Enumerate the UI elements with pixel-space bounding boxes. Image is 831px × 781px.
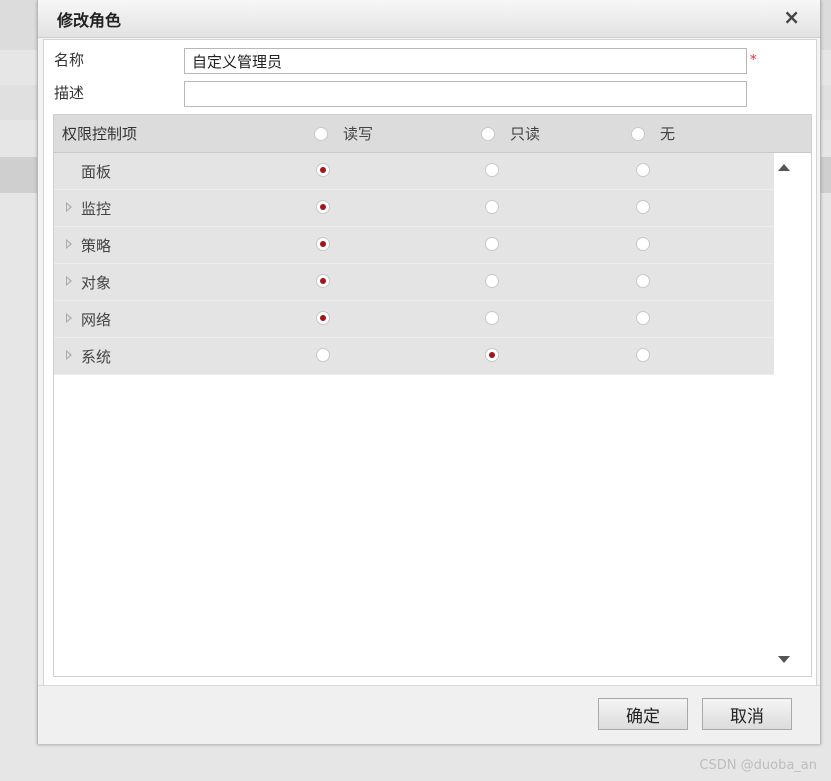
radio-none[interactable] (636, 274, 650, 288)
edit-role-dialog: 修改角色 × 名称 * 描述 权限控制项 读写 只读 无 (37, 0, 821, 744)
dialog-title: 修改角色 (57, 11, 122, 30)
dialog-content: 名称 * 描述 权限控制项 读写 只读 无 (43, 39, 817, 686)
radio-read-only[interactable] (485, 237, 499, 251)
cancel-button[interactable]: 取消 (702, 698, 792, 730)
radio-button[interactable] (481, 126, 495, 141)
permission-header-label: 权限控制项 (62, 125, 138, 143)
permission-row-label: 监控 (81, 200, 112, 218)
permission-row-label: 系统 (81, 348, 112, 366)
radio-read-only[interactable] (485, 311, 499, 325)
radio-button[interactable] (631, 126, 645, 141)
description-field[interactable] (184, 81, 747, 107)
permission-row: 监控 (54, 190, 774, 227)
scroll-down-icon[interactable] (778, 656, 790, 663)
radio-none[interactable] (636, 348, 650, 362)
permission-header: 权限控制项 读写 只读 无 (54, 115, 811, 153)
header-option-label: 只读 (510, 125, 541, 143)
permission-row-label: 网络 (81, 311, 112, 329)
required-mark: * (750, 53, 757, 68)
expand-icon[interactable] (66, 313, 72, 323)
header-option-read-write[interactable]: 读写 (314, 123, 373, 144)
permission-row-label: 面板 (81, 163, 112, 181)
radio-read-only[interactable] (485, 200, 499, 214)
radio-read-write[interactable] (316, 163, 330, 177)
radio-read-only[interactable] (485, 163, 499, 177)
permission-row: 对象 (54, 264, 774, 301)
header-option-label: 无 (660, 125, 676, 143)
header-option-label: 读写 (343, 125, 374, 143)
radio-read-write[interactable] (316, 200, 330, 214)
radio-read-write[interactable] (316, 274, 330, 288)
watermark: CSDN @duoba_an (699, 758, 817, 773)
expand-icon[interactable] (66, 350, 72, 360)
radio-none[interactable] (636, 237, 650, 251)
permission-row-label: 策略 (81, 237, 112, 255)
permission-rows: 面板 监控 策略 对象 网络 系统 (54, 153, 774, 375)
radio-none[interactable] (636, 311, 650, 325)
permission-row: 策略 (54, 227, 774, 264)
radio-read-only[interactable] (485, 348, 499, 362)
expand-icon[interactable] (66, 276, 72, 286)
permission-row: 系统 (54, 338, 774, 375)
scroll-up-icon[interactable] (778, 164, 790, 171)
permission-row: 面板 (54, 153, 774, 190)
radio-read-only[interactable] (485, 274, 499, 288)
permission-table: 权限控制项 读写 只读 无 面板 监控 策略 对象 网络 系统 (53, 114, 812, 677)
radio-none[interactable] (636, 163, 650, 177)
name-label: 名称 (54, 51, 85, 69)
expand-icon[interactable] (66, 239, 72, 249)
description-label: 描述 (54, 84, 85, 102)
dialog-titlebar: 修改角色 × (38, 0, 820, 38)
header-option-read-only[interactable]: 只读 (481, 123, 540, 144)
radio-none[interactable] (636, 200, 650, 214)
permission-row: 网络 (54, 301, 774, 338)
expand-icon[interactable] (66, 202, 72, 212)
radio-button[interactable] (314, 126, 328, 141)
name-field[interactable] (184, 48, 747, 74)
radio-read-write[interactable] (316, 237, 330, 251)
dialog-footer: 确定 取消 (38, 685, 820, 744)
radio-read-write[interactable] (316, 311, 330, 325)
header-option-none[interactable]: 无 (631, 123, 675, 144)
radio-read-write[interactable] (316, 348, 330, 362)
permission-row-label: 对象 (81, 274, 112, 292)
ok-button[interactable]: 确定 (598, 698, 688, 730)
close-icon[interactable]: × (783, 5, 800, 29)
